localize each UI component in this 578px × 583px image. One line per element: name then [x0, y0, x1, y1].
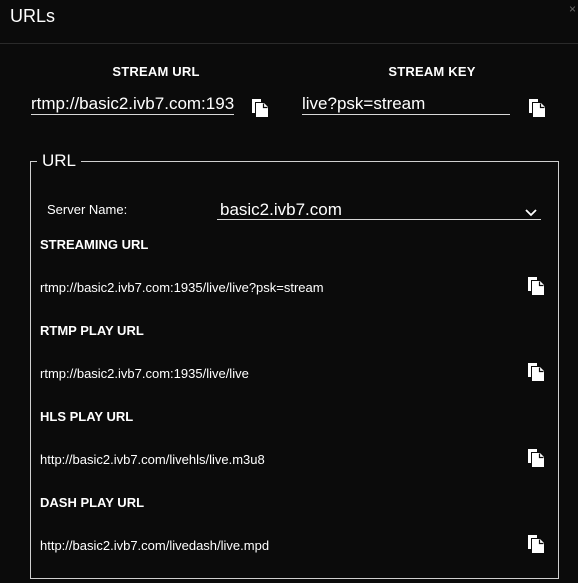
copy-icon[interactable]	[527, 277, 545, 295]
server-name-label: Server Name:	[47, 202, 128, 217]
title-bar: URLs ×	[0, 0, 578, 44]
url-legend: URL	[42, 151, 77, 170]
hls-play-url-value: http://basic2.ivb7.com/livehls/live.m3u8	[40, 452, 265, 467]
urls-dialog: URLs × STREAM URL STREAM KEY URL Server …	[0, 0, 578, 583]
rtmp-play-url-heading: RTMP PLAY URL	[40, 323, 144, 338]
stream-url-field[interactable]	[31, 94, 234, 115]
close-icon[interactable]: ×	[569, 2, 576, 16]
server-name-value: basic2.ivb7.com	[220, 200, 342, 219]
hls-play-url-heading: HLS PLAY URL	[40, 409, 134, 424]
copy-icon[interactable]	[527, 449, 545, 467]
dash-play-url-value: http://basic2.ivb7.com/livedash/live.mpd	[40, 538, 270, 553]
copy-icon[interactable]	[527, 535, 545, 553]
streaming-url-value: rtmp://basic2.ivb7.com:1935/live/live?ps…	[40, 280, 324, 295]
stream-key-heading: STREAM KEY	[388, 64, 476, 79]
copy-icon[interactable]	[528, 99, 546, 117]
dialog-title: URLs	[10, 6, 56, 26]
rtmp-play-url-value: rtmp://basic2.ivb7.com:1935/live/live	[40, 366, 249, 381]
streaming-url-heading: STREAMING URL	[40, 237, 149, 252]
chevron-down-icon	[525, 204, 537, 222]
dash-play-url-heading: DASH PLAY URL	[40, 495, 145, 510]
copy-icon[interactable]	[527, 363, 545, 381]
stream-url-heading: STREAM URL	[112, 64, 200, 79]
stream-key-field[interactable]	[302, 94, 510, 115]
copy-icon[interactable]	[251, 99, 269, 117]
server-name-select[interactable]: basic2.ivb7.com	[217, 199, 541, 220]
